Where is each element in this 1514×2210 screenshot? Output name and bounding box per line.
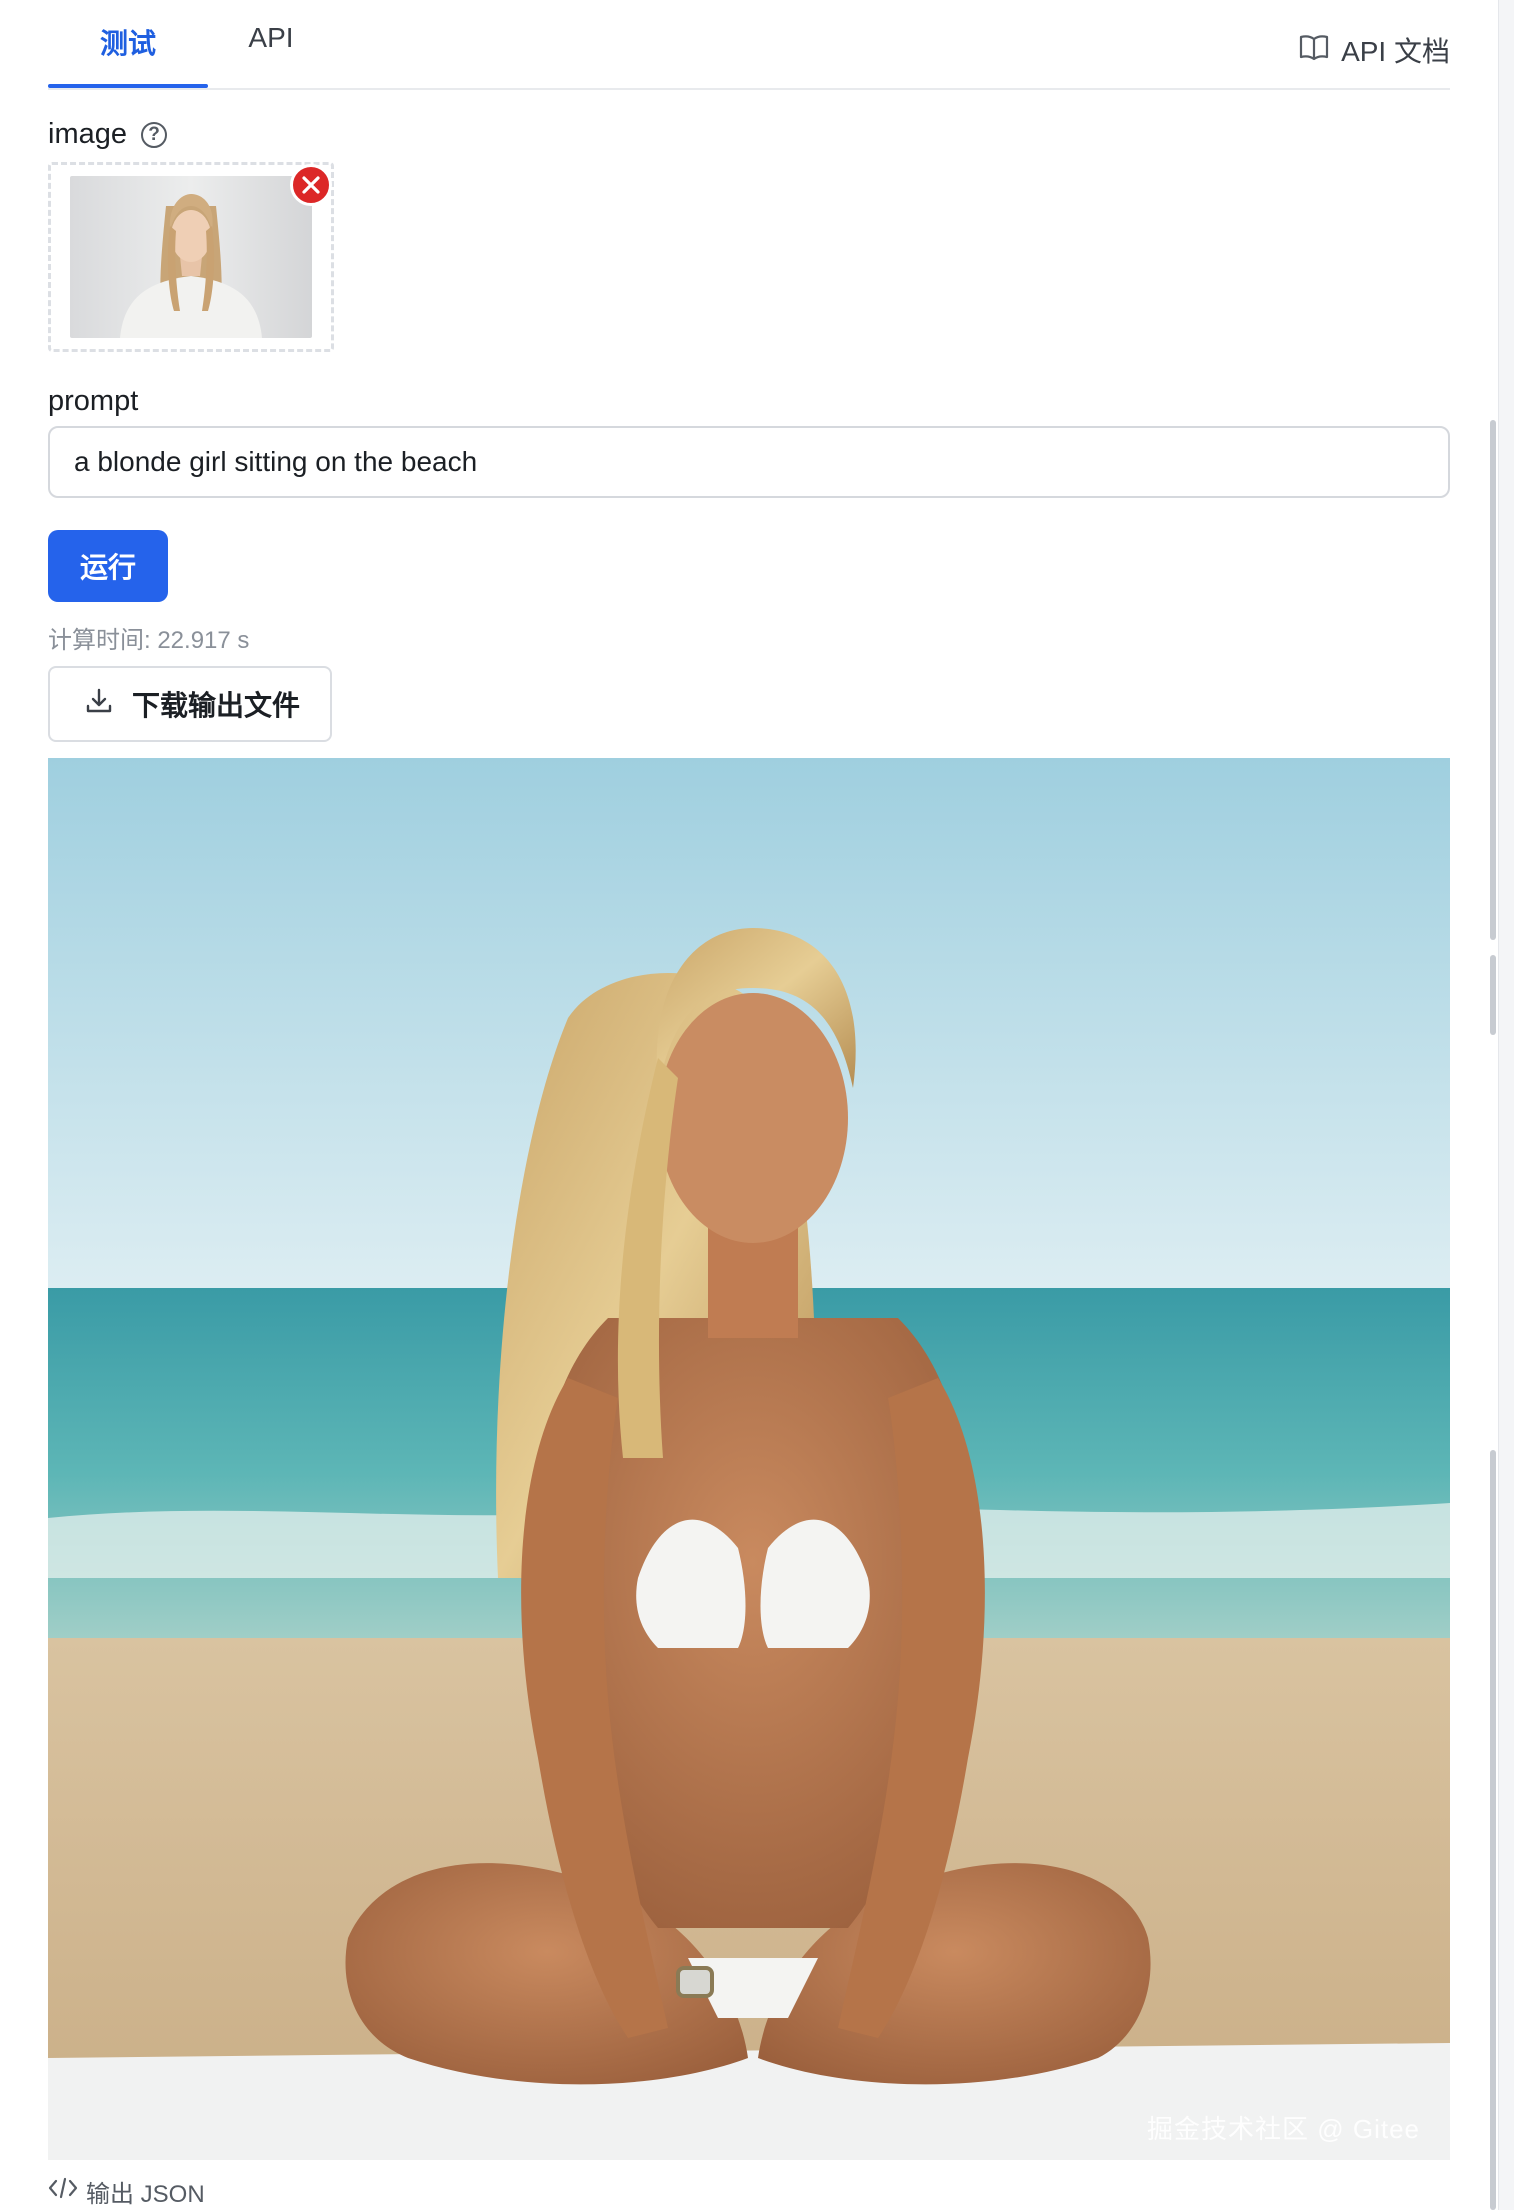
download-icon [84,686,114,723]
api-docs-link[interactable]: API 文档 [1299,30,1450,70]
help-icon[interactable]: ? [141,121,167,148]
close-icon [302,176,320,194]
download-label: 下载输出文件 [132,690,301,721]
scrollbar-thumb-lower[interactable] [1490,1450,1496,2210]
image-field-header: image ? [48,118,167,151]
active-tab-indicator [48,84,208,88]
compute-time-text: 计算时间: 22.917 s [48,627,250,654]
code-icon [48,2176,78,2207]
api-docs-label: API 文档 [1341,36,1450,67]
output-image: 掘金技术社区 @ Gitee [48,758,1450,2160]
book-open-icon [1299,33,1329,68]
scrollbar-thumb[interactable] [1490,420,1496,940]
download-output-button[interactable]: 下载输出文件 [48,666,332,742]
tab-bar: 测试 API API 文档 [48,0,1450,90]
run-button[interactable]: 运行 [48,530,168,602]
remove-image-button[interactable] [290,164,332,206]
scrollbar-track[interactable] [1498,0,1514,2210]
prompt-input[interactable] [48,426,1450,498]
image-label: image [48,118,127,150]
watermark: 掘金技术社区 @ Gitee [1147,2114,1420,2144]
tab-test[interactable]: 测试 [48,22,208,88]
tab-api[interactable]: API [218,22,324,88]
prompt-label: prompt [48,385,139,417]
output-json-link[interactable]: 输出 JSON [48,2174,205,2209]
output-json-label: 输出 JSON [86,2181,205,2208]
scrollbar-thumb-secondary[interactable] [1490,955,1496,1035]
uploaded-image-thumbnail [70,176,312,338]
